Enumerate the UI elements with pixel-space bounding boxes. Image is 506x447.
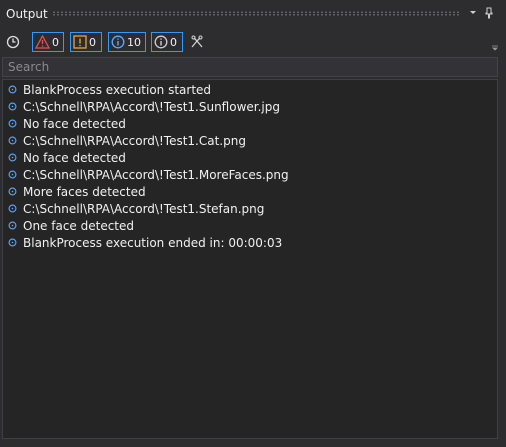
- log-line: No face detected: [8, 115, 126, 132]
- title-bar: Output: [0, 0, 506, 30]
- log-line: One face detected: [8, 217, 134, 234]
- info-icon: [8, 221, 17, 230]
- log-line: C:\Schnell\RPA\Accord\!Test1.Sunflower.j…: [8, 98, 280, 115]
- drag-grip[interactable]: [52, 11, 460, 16]
- panel-title: Output: [6, 7, 48, 21]
- output-log[interactable]: BlankProcess execution started C:\Schnel…: [2, 79, 498, 439]
- log-line: BlankProcess execution started: [8, 81, 211, 98]
- log-text: C:\Schnell\RPA\Accord\!Test1.Sunflower.j…: [23, 99, 280, 114]
- info-icon: [8, 85, 17, 94]
- log-text: More faces detected: [23, 184, 146, 199]
- error-icon: [35, 35, 50, 49]
- trace-count: 0: [170, 35, 177, 49]
- info-icon: [8, 136, 17, 145]
- log-line: C:\Schnell\RPA\Accord\!Test1.Cat.png: [8, 132, 246, 149]
- clock-icon[interactable]: [6, 32, 24, 52]
- info-icon: [8, 102, 17, 111]
- log-line: C:\Schnell\RPA\Accord\!Test1.MoreFaces.p…: [8, 166, 289, 183]
- errors-filter-button[interactable]: 0: [32, 32, 64, 52]
- log-text: BlankProcess execution started: [23, 82, 212, 97]
- info-icon: [8, 238, 17, 247]
- trace-icon: [154, 35, 168, 49]
- info-icon: [8, 170, 17, 179]
- log-line: C:\Schnell\RPA\Accord\!Test1.Stefan.png: [8, 200, 264, 217]
- info-filter-button[interactable]: 10: [108, 32, 146, 52]
- warnings-filter-button[interactable]: 0: [70, 32, 102, 52]
- info-icon: [8, 204, 17, 213]
- log-text: BlankProcess execution ended in: 00:00:0…: [23, 235, 283, 250]
- log-line: More faces detected: [8, 183, 146, 200]
- info-count: 10: [127, 35, 141, 49]
- log-line: BlankProcess execution ended in: 00:00:0…: [8, 234, 282, 251]
- trace-filter-button[interactable]: 0: [151, 32, 183, 52]
- errors-count: 0: [52, 35, 59, 49]
- clear-icon[interactable]: [190, 32, 208, 52]
- info-icon: [8, 119, 17, 128]
- log-text: One face detected: [23, 218, 135, 233]
- toolbar-overflow-icon[interactable]: [492, 45, 498, 51]
- log-text: C:\Schnell\RPA\Accord\!Test1.Stefan.png: [23, 201, 265, 216]
- warning-icon: [73, 35, 87, 49]
- log-line: No face detected: [8, 149, 126, 166]
- info-icon: [8, 153, 17, 162]
- log-text: No face detected: [23, 150, 126, 165]
- log-text: C:\Schnell\RPA\Accord\!Test1.MoreFaces.p…: [23, 167, 289, 182]
- search-input[interactable]: [2, 57, 498, 77]
- log-text: No face detected: [23, 116, 126, 131]
- log-text: C:\Schnell\RPA\Accord\!Test1.Cat.png: [23, 133, 246, 148]
- output-panel: Output 0 0 10 0 Search BlankProcess exec…: [0, 0, 506, 447]
- pin-icon[interactable]: [482, 7, 496, 21]
- warnings-count: 0: [89, 35, 96, 49]
- info-icon: [111, 35, 125, 49]
- chevron-down-icon[interactable]: [466, 7, 480, 21]
- toolbar: 0 0 10 0: [0, 30, 506, 54]
- info-icon: [8, 187, 17, 196]
